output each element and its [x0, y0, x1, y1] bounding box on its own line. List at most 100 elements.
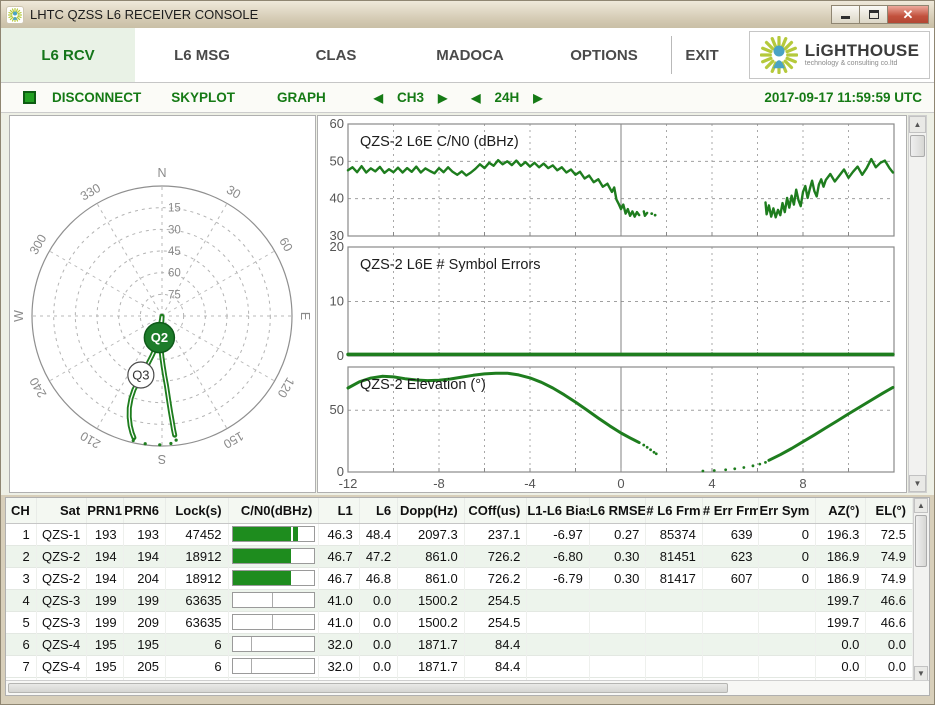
charts-scrollbar[interactable]: ▲ ▼ [908, 115, 927, 493]
cell-bias: -6.97 [527, 523, 590, 545]
cell-ch: 1 [6, 523, 36, 545]
cell-sat: QZS-4 [36, 655, 86, 677]
minimize-icon [841, 11, 850, 19]
cell-errfrm [702, 589, 759, 611]
table-row-ch3[interactable]: 3QZS-21942041891246.746.8861.0726.2-6.79… [6, 567, 913, 589]
svg-text:15: 15 [168, 203, 181, 215]
cell-l6frm: 81417 [646, 567, 703, 589]
column-header-l6: L6 [359, 498, 397, 523]
scroll-down-arrow-icon[interactable]: ▼ [914, 666, 928, 681]
skyplot-button[interactable]: SKYPLOT [171, 90, 235, 105]
table-horizontal-scrollbar[interactable] [6, 680, 929, 695]
cell-l1: 46.7 [319, 567, 359, 589]
cell-prn6: 205 [123, 655, 165, 677]
svg-text:150: 150 [221, 429, 246, 452]
column-header-bias: L1-L6 Bias [527, 498, 590, 523]
table-scrollbar[interactable]: ▲ ▼ [913, 498, 929, 681]
menu-tab-l6-msg[interactable]: L6 MSG [135, 28, 269, 82]
cell-l1: 41.0 [319, 611, 359, 633]
table-row-ch2[interactable]: 2QZS-21941941891246.747.2861.0726.2-6.80… [6, 545, 913, 567]
svg-text:0: 0 [617, 476, 624, 491]
table-row-ch6[interactable]: 6QZS-4195195632.00.01871.784.40.00.0 [6, 633, 913, 655]
column-header-lock: Lock(s) [165, 498, 228, 523]
column-header-prn6: PRN6 [123, 498, 165, 523]
close-button[interactable]: ✕ [887, 5, 929, 24]
svg-text:Q3: Q3 [132, 368, 149, 383]
cell-l1: 32.0 [319, 633, 359, 655]
cell-prn1: 195 [87, 633, 123, 655]
scroll-up-arrow-icon[interactable]: ▲ [914, 498, 928, 513]
maximize-button[interactable] [859, 5, 888, 24]
range-next-arrow-icon[interactable]: ▶ [533, 91, 542, 105]
window-controls: ✕ [832, 5, 929, 24]
scroll-up-arrow-icon[interactable]: ▲ [909, 116, 926, 133]
menu-tab-options[interactable]: OPTIONS [537, 28, 671, 82]
table-horizontal-scrollbar-thumb[interactable] [8, 683, 728, 693]
menu-tab-madoca[interactable]: MADOCA [403, 28, 537, 82]
svg-text:45: 45 [168, 246, 181, 258]
cell-dopp: 1871.7 [398, 655, 465, 677]
minimize-button[interactable] [831, 5, 860, 24]
cell-coff: 254.5 [464, 611, 527, 633]
cell-lock: 18912 [165, 567, 228, 589]
cell-rmse: 0.30 [589, 545, 646, 567]
cell-el: 0.0 [866, 655, 913, 677]
column-header-l6frm: # L6 Frm [646, 498, 703, 523]
utc-timestamp: 2017-09-17 11:59:59 UTC [764, 90, 922, 105]
charts-panel: 30405060QZS-2 L6E C/N0 (dBHz)01020QZS-2 … [317, 115, 907, 493]
cell-dopp: 1500.2 [398, 589, 465, 611]
cn0-bar [228, 611, 319, 633]
svg-text:QZS-2 Elevation (°): QZS-2 Elevation (°) [360, 377, 486, 393]
menu-tab-clas[interactable]: CLAS [269, 28, 403, 82]
disconnect-button[interactable]: DISCONNECT [52, 90, 141, 105]
lighthouse-sunburst-icon [760, 36, 798, 74]
svg-text:-12: -12 [339, 476, 358, 491]
menu-item-exit[interactable]: EXIT [672, 28, 732, 82]
channel-prev-arrow-icon[interactable]: ◀ [374, 91, 383, 105]
column-header-el: EL(°) [866, 498, 913, 523]
table-row-ch7[interactable]: 7QZS-4195205632.00.01871.784.40.00.0 [6, 655, 913, 677]
table-row-ch5[interactable]: 5QZS-31992096363541.00.01500.2254.5199.7… [6, 611, 913, 633]
table-scrollbar-thumb[interactable] [915, 515, 927, 567]
cell-bias [527, 655, 590, 677]
cell-prn6: 193 [123, 523, 165, 545]
cell-errfrm [702, 633, 759, 655]
cell-rmse [589, 611, 646, 633]
cell-l1: 46.3 [319, 523, 359, 545]
svg-text:8: 8 [799, 476, 806, 491]
svg-text:E: E [298, 312, 312, 320]
table-row-ch1[interactable]: 1QZS-11931934745246.348.42097.3237.1-6.9… [6, 523, 913, 545]
svg-text:330: 330 [78, 181, 103, 204]
cell-prn6: 194 [123, 545, 165, 567]
svg-text:0: 0 [337, 348, 344, 363]
table-row-ch4[interactable]: 4QZS-31991996363541.00.01500.2254.5199.7… [6, 589, 913, 611]
cell-sat: QZS-2 [36, 545, 86, 567]
svg-text:30: 30 [168, 224, 181, 236]
titlebar: LHTC QZSS L6 RECEIVER CONSOLE ✕ [1, 1, 934, 28]
cell-el: 74.9 [866, 545, 913, 567]
channel-next-arrow-icon[interactable]: ▶ [438, 91, 447, 105]
cell-prn1: 199 [87, 611, 123, 633]
channel-table-scrollport: CHSatPRN1PRN6Lock(s)C/N0(dBHz)L1L6Dopp(H… [6, 498, 929, 681]
graph-button[interactable]: GRAPH [277, 90, 326, 105]
cell-ch: 5 [6, 611, 36, 633]
cell-sat: QZS-1 [36, 523, 86, 545]
charts-scrollbar-thumb[interactable] [910, 135, 925, 157]
cell-el: 46.6 [866, 589, 913, 611]
cell-l6: 47.2 [359, 545, 397, 567]
cell-l6: 0.0 [359, 633, 397, 655]
cell-l1: 41.0 [319, 589, 359, 611]
cell-lock: 63635 [165, 589, 228, 611]
cell-rmse [589, 589, 646, 611]
cell-l6: 46.8 [359, 567, 397, 589]
cell-l1: 46.7 [319, 545, 359, 567]
cell-l1: 32.0 [319, 655, 359, 677]
menu-tab-l6-rcv[interactable]: L6 RCV [1, 28, 135, 82]
cell-rmse: 0.30 [589, 567, 646, 589]
scroll-down-arrow-icon[interactable]: ▼ [909, 475, 926, 492]
column-header-errfrm: # Err Frm [702, 498, 759, 523]
range-prev-arrow-icon[interactable]: ◀ [471, 91, 480, 105]
svg-text:60: 60 [168, 268, 181, 280]
cell-lock: 47452 [165, 523, 228, 545]
cell-errfrm: 607 [702, 567, 759, 589]
